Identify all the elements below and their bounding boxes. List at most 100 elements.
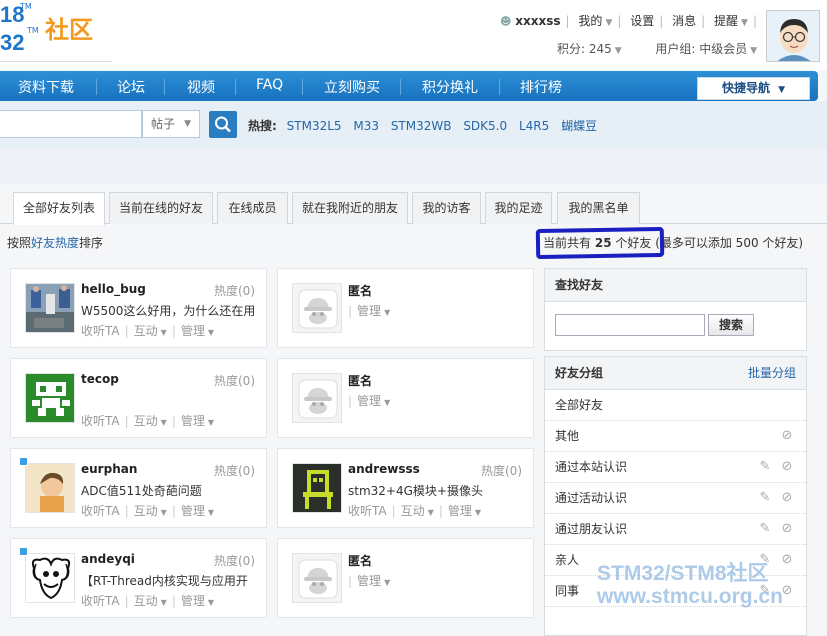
manage-menu[interactable]: 管理 ▼ [448,504,481,518]
tab-my-footprints[interactable]: 我的足迹 [485,192,552,224]
tab-online-friends[interactable]: 当前在线的好友 [109,192,213,224]
site-logo[interactable]: 18 TM 32 TM 社区 [0,0,112,62]
interact-menu[interactable]: 互动 ▼ [401,504,434,518]
quick-nav-button[interactable]: 快捷导航 ▼ [697,77,810,100]
follow-link[interactable]: 收听TA [81,504,120,518]
remind-menu[interactable]: 提醒 ▼ [714,12,748,29]
batch-group-link[interactable]: 批量分组 [748,357,796,389]
logo-tm: TM [27,26,39,35]
interact-menu[interactable]: 互动 ▼ [134,414,167,428]
hot-search-link[interactable]: 蝴蝶豆 [561,119,597,133]
avatar[interactable] [766,10,820,62]
nav-item-forum[interactable]: 论坛 [117,77,145,97]
group-item[interactable]: 通过活动认识 ✎ ⊘ [545,483,806,514]
avatar[interactable] [25,283,75,333]
anonymous-avatar-icon[interactable] [292,283,342,333]
hot-search-link[interactable]: STM32WB [391,119,452,133]
manage-menu[interactable]: 管理 ▼ [181,504,214,518]
hot-search-link[interactable]: M33 [353,119,379,133]
manage-menu[interactable]: 管理 ▼ [357,394,390,408]
follow-link[interactable]: 收听TA [81,414,120,428]
points-menu[interactable]: 积分: 245 ▼ [557,42,622,56]
search-input[interactable] [0,110,142,138]
anonymous-avatar-icon[interactable] [292,553,342,603]
group-item[interactable]: 其他 ⊘ [545,421,806,452]
group-item[interactable]: 全部好友 [545,390,806,421]
manage-label: 管理 [447,504,472,518]
group-item[interactable]: 通过朋友认识 ✎ ⊘ [545,514,806,545]
block-icon[interactable]: ⊘ [780,429,794,443]
group-menu[interactable]: 用户组: 中级会员 ▼ [655,42,757,56]
sort-suffix: 排序 [79,236,104,250]
nav-item-ranking[interactable]: 排行榜 [520,77,562,97]
friend-name[interactable]: andeyqi [81,552,135,566]
settings-link[interactable]: 设置 [630,12,654,29]
block-icon[interactable]: ⊘ [780,522,794,536]
manage-menu[interactable]: 管理 ▼ [181,414,214,428]
tab-blacklist[interactable]: 我的黑名单 [557,192,640,224]
friend-status[interactable]: ADC值511处奇葩问题 [81,482,261,499]
highlight-marker [535,226,665,260]
edit-pencil-icon[interactable]: ✎ [758,460,772,474]
chevron-down-icon: ▼ [207,598,215,607]
avatar[interactable] [25,463,75,513]
manage-menu[interactable]: 管理 ▼ [181,594,214,608]
nav-item-points-exchange[interactable]: 积分换礼 [422,77,478,97]
avatar[interactable] [292,463,342,513]
interact-label: 互动 [133,324,158,338]
friend-heat: 热度(0) [214,374,255,388]
tab-nearby-friends[interactable]: 就在我附近的朋友 [292,192,408,224]
hot-search-link[interactable]: L4R5 [519,119,549,133]
group-label: 通过朋友认识 [555,522,628,536]
friend-status[interactable]: W5500这么好用，为什么还在用 [81,302,261,319]
watermark-line2: www.stmcu.org.cn [597,585,783,608]
tab-my-visitors[interactable]: 我的访客 [412,192,481,224]
nav-item-faq[interactable]: FAQ [256,77,283,93]
search-button[interactable] [209,111,237,138]
avatar[interactable] [25,553,75,603]
nav-item-video[interactable]: 视频 [187,77,215,97]
find-friend-title: 查找好友 [545,269,806,302]
friend-heat: 热度(0) [214,464,255,478]
friend-name[interactable]: eurphan [81,462,137,476]
friend-name: 匿名 [348,554,373,568]
my-menu[interactable]: 我的 ▼ [578,12,612,29]
friend-status[interactable]: 【RT-Thread内核实现与应用开 [81,572,261,589]
friend-name[interactable]: andrewsss [348,462,420,476]
chevron-down-icon: ▼ [207,508,215,517]
sort-by-heat-link[interactable]: 好友热度 [31,236,79,250]
edit-pencil-icon[interactable]: ✎ [758,491,772,505]
block-icon[interactable]: ⊘ [780,491,794,505]
search-type-select[interactable]: 帖子 ▼ [142,110,200,138]
interact-menu[interactable]: 互动 ▼ [134,504,167,518]
follow-link[interactable]: 收听TA [81,324,120,338]
follow-link[interactable]: 收听TA [348,504,387,518]
logo-text-32: 32 [0,30,25,55]
friend-name[interactable]: tecop [81,372,119,386]
username-link[interactable]: xxxxss [515,14,560,28]
find-friend-button[interactable]: 搜索 [708,314,754,336]
manage-label: 管理 [357,394,382,408]
find-friend-input[interactable] [555,314,705,336]
anonymous-avatar-icon[interactable] [292,373,342,423]
manage-menu[interactable]: 管理 ▼ [357,574,390,588]
avatar[interactable] [25,373,75,423]
messages-link[interactable]: 消息 [672,12,696,29]
block-icon[interactable]: ⊘ [780,460,794,474]
tab-all-friends[interactable]: 全部好友列表 [13,192,105,225]
friend-status[interactable]: stm32+4G模块+摄像头 [348,482,528,499]
hot-search-link[interactable]: SDK5.0 [463,119,507,133]
interact-menu[interactable]: 互动 ▼ [134,594,167,608]
tab-online-members[interactable]: 在线成员 [217,192,288,224]
hot-search-link[interactable]: STM32L5 [287,119,342,133]
manage-menu[interactable]: 管理 ▼ [181,324,214,338]
nav-item-buy[interactable]: 立刻购买 [324,77,380,97]
follow-link[interactable]: 收听TA [81,594,120,608]
manage-menu[interactable]: 管理 ▼ [357,304,390,318]
edit-pencil-icon[interactable]: ✎ [758,522,772,536]
chevron-down-icon: ▼ [207,328,215,337]
interact-menu[interactable]: 互动 ▼ [134,324,167,338]
nav-item-downloads[interactable]: 资料下载 [18,77,74,97]
friend-name[interactable]: hello_bug [81,282,146,296]
group-item[interactable]: 通过本站认识 ✎ ⊘ [545,452,806,483]
